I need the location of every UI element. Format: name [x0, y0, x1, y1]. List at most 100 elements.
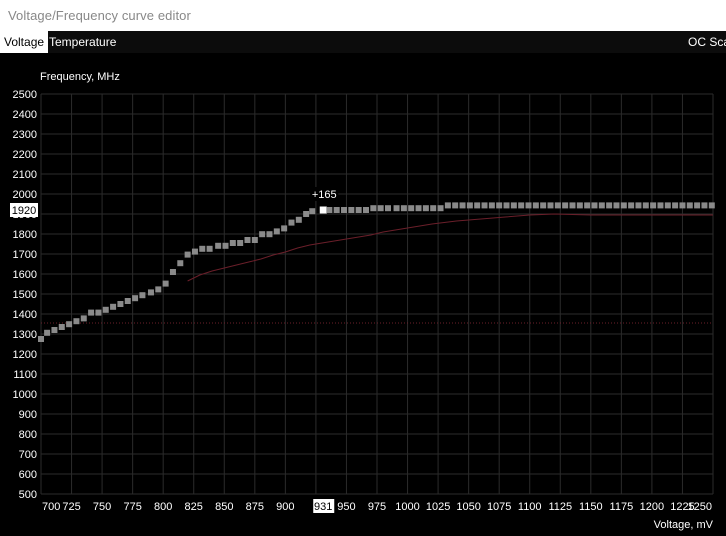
curve-point[interactable] [44, 329, 51, 336]
curve-point[interactable] [370, 205, 377, 212]
curve-point[interactable] [222, 242, 229, 249]
curve-point[interactable] [355, 207, 362, 213]
curve-point[interactable] [363, 207, 370, 213]
curve-point[interactable] [169, 269, 176, 275]
curve-point[interactable] [215, 242, 222, 249]
curve-point[interactable] [540, 202, 547, 209]
curve-point[interactable] [518, 202, 525, 209]
curve-point[interactable] [273, 228, 280, 235]
curve-point[interactable] [309, 208, 316, 215]
curve-point[interactable] [348, 207, 355, 213]
curve-point[interactable] [664, 202, 671, 209]
curve-point[interactable] [686, 202, 693, 209]
curve-point[interactable] [266, 231, 273, 238]
curve-point[interactable] [474, 202, 481, 209]
curve-point[interactable] [510, 202, 517, 209]
curve-point[interactable] [657, 202, 664, 209]
curve-point[interactable] [422, 205, 429, 212]
curve-point[interactable] [377, 205, 384, 212]
curve-point[interactable] [184, 251, 191, 258]
curve-point[interactable] [694, 202, 701, 209]
curve-point[interactable] [672, 202, 679, 209]
curve-point[interactable] [503, 202, 510, 209]
curve-point[interactable] [66, 321, 73, 328]
curve-point[interactable] [628, 202, 635, 209]
curve-point[interactable] [642, 202, 649, 209]
curve-point[interactable] [679, 202, 686, 209]
curve-point[interactable] [147, 289, 154, 296]
curve-point[interactable] [155, 286, 162, 293]
curve-point[interactable] [88, 309, 95, 316]
curve-point[interactable] [341, 207, 348, 213]
curve-point[interactable] [139, 292, 146, 299]
curve-point[interactable] [569, 202, 576, 209]
curve-point[interactable] [415, 205, 422, 212]
curve-point[interactable] [562, 202, 569, 209]
curve-point[interactable] [110, 303, 117, 310]
reference-curve [187, 213, 713, 282]
curve-point[interactable] [547, 202, 554, 209]
y-tick-label: 1300 [13, 329, 37, 341]
curve-point[interactable] [452, 202, 459, 209]
curve-point[interactable] [437, 205, 444, 212]
curve-point[interactable] [635, 202, 642, 209]
curve-point[interactable] [481, 202, 488, 209]
curve-point[interactable] [591, 202, 598, 209]
curve-point[interactable] [554, 202, 561, 209]
curve-point[interactable] [288, 219, 295, 226]
curve-point[interactable] [496, 202, 503, 209]
curve-point[interactable] [132, 295, 139, 302]
curve-point[interactable] [80, 315, 87, 322]
curve-point[interactable] [708, 202, 715, 209]
curve-point[interactable] [177, 260, 184, 267]
curve-point[interactable] [237, 240, 244, 246]
curve-point[interactable] [701, 202, 708, 209]
curve-point[interactable] [251, 237, 258, 243]
curve-point[interactable] [51, 327, 58, 333]
curve-point[interactable] [393, 205, 400, 212]
vf-curve-chart[interactable]: 500 600 700 800 900 1000 1100 1200 1300 1400 1500 1… [0, 53, 726, 536]
curve-point[interactable] [620, 202, 627, 209]
tab-temperature[interactable]: Temperature [45, 31, 120, 53]
curve-point[interactable] [259, 231, 266, 238]
curve-point[interactable] [229, 240, 236, 246]
curve-point[interactable] [459, 202, 466, 209]
curve-point[interactable] [400, 205, 407, 212]
curve-point[interactable] [124, 298, 131, 304]
curve-point[interactable] [199, 245, 206, 252]
curve-point[interactable] [95, 309, 102, 316]
curve-point[interactable] [326, 207, 333, 213]
curve-point[interactable] [244, 237, 251, 243]
curve-point-selected[interactable] [319, 206, 327, 214]
curve-point[interactable] [650, 202, 657, 209]
curve-point[interactable] [38, 336, 44, 342]
curve-points[interactable] [38, 202, 715, 342]
curve-point[interactable] [191, 248, 198, 255]
curve-point[interactable] [303, 211, 310, 217]
frequency-readout-label: 1920 [12, 205, 36, 217]
tab-oc-scanner[interactable]: OC Sca [684, 31, 726, 53]
curve-point[interactable] [584, 202, 591, 209]
curve-point[interactable] [613, 202, 620, 209]
curve-point[interactable] [117, 301, 124, 307]
curve-point[interactable] [384, 205, 391, 212]
tab-voltage[interactable]: Voltage [0, 31, 49, 53]
curve-point[interactable] [598, 202, 605, 209]
curve-point[interactable] [525, 202, 532, 209]
curve-point[interactable] [102, 306, 109, 313]
curve-point[interactable] [58, 324, 65, 330]
curve-point[interactable] [576, 202, 583, 209]
curve-point[interactable] [444, 202, 451, 209]
curve-point[interactable] [606, 202, 613, 209]
curve-point[interactable] [333, 207, 340, 213]
curve-point[interactable] [73, 318, 80, 325]
curve-point[interactable] [466, 202, 473, 209]
curve-point[interactable] [281, 225, 288, 232]
curve-point[interactable] [430, 205, 437, 212]
curve-point[interactable] [408, 205, 415, 212]
curve-point[interactable] [532, 202, 539, 209]
curve-point[interactable] [295, 216, 302, 223]
curve-point[interactable] [488, 202, 495, 209]
curve-point[interactable] [162, 280, 169, 287]
curve-point[interactable] [206, 245, 213, 252]
